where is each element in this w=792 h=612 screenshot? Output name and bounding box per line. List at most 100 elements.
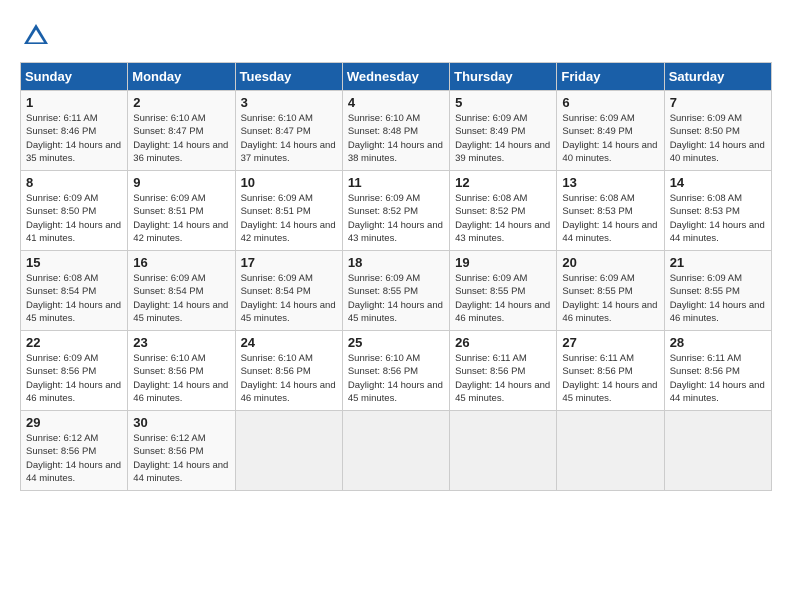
day-number: 5 bbox=[455, 95, 551, 110]
day-info: Sunrise: 6:11 AM Sunset: 8:56 PM Dayligh… bbox=[670, 352, 766, 405]
day-info: Sunrise: 6:08 AM Sunset: 8:52 PM Dayligh… bbox=[455, 192, 551, 245]
day-number: 4 bbox=[348, 95, 444, 110]
day-number: 10 bbox=[241, 175, 337, 190]
day-number: 24 bbox=[241, 335, 337, 350]
calendar-week-row: 22 Sunrise: 6:09 AM Sunset: 8:56 PM Dayl… bbox=[21, 331, 772, 411]
day-info: Sunrise: 6:09 AM Sunset: 8:49 PM Dayligh… bbox=[562, 112, 658, 165]
day-info: Sunrise: 6:11 AM Sunset: 8:56 PM Dayligh… bbox=[455, 352, 551, 405]
day-number: 7 bbox=[670, 95, 766, 110]
calendar-cell: 15 Sunrise: 6:08 AM Sunset: 8:54 PM Dayl… bbox=[21, 251, 128, 331]
calendar-cell: 25 Sunrise: 6:10 AM Sunset: 8:56 PM Dayl… bbox=[342, 331, 449, 411]
day-number: 8 bbox=[26, 175, 122, 190]
calendar-cell bbox=[450, 411, 557, 491]
calendar-week-row: 15 Sunrise: 6:08 AM Sunset: 8:54 PM Dayl… bbox=[21, 251, 772, 331]
calendar-cell: 6 Sunrise: 6:09 AM Sunset: 8:49 PM Dayli… bbox=[557, 91, 664, 171]
calendar-cell: 26 Sunrise: 6:11 AM Sunset: 8:56 PM Dayl… bbox=[450, 331, 557, 411]
logo bbox=[20, 20, 56, 52]
day-info: Sunrise: 6:09 AM Sunset: 8:56 PM Dayligh… bbox=[26, 352, 122, 405]
calendar-cell bbox=[342, 411, 449, 491]
day-number: 19 bbox=[455, 255, 551, 270]
day-number: 12 bbox=[455, 175, 551, 190]
column-header-thursday: Thursday bbox=[450, 63, 557, 91]
day-number: 9 bbox=[133, 175, 229, 190]
column-header-sunday: Sunday bbox=[21, 63, 128, 91]
day-info: Sunrise: 6:09 AM Sunset: 8:55 PM Dayligh… bbox=[670, 272, 766, 325]
calendar-cell: 11 Sunrise: 6:09 AM Sunset: 8:52 PM Dayl… bbox=[342, 171, 449, 251]
calendar-cell: 23 Sunrise: 6:10 AM Sunset: 8:56 PM Dayl… bbox=[128, 331, 235, 411]
day-number: 14 bbox=[670, 175, 766, 190]
calendar-cell: 18 Sunrise: 6:09 AM Sunset: 8:55 PM Dayl… bbox=[342, 251, 449, 331]
day-info: Sunrise: 6:10 AM Sunset: 8:56 PM Dayligh… bbox=[133, 352, 229, 405]
day-info: Sunrise: 6:10 AM Sunset: 8:56 PM Dayligh… bbox=[348, 352, 444, 405]
day-info: Sunrise: 6:09 AM Sunset: 8:49 PM Dayligh… bbox=[455, 112, 551, 165]
column-header-saturday: Saturday bbox=[664, 63, 771, 91]
calendar-cell bbox=[557, 411, 664, 491]
calendar-cell: 27 Sunrise: 6:11 AM Sunset: 8:56 PM Dayl… bbox=[557, 331, 664, 411]
day-number: 29 bbox=[26, 415, 122, 430]
calendar-cell: 12 Sunrise: 6:08 AM Sunset: 8:52 PM Dayl… bbox=[450, 171, 557, 251]
day-info: Sunrise: 6:10 AM Sunset: 8:48 PM Dayligh… bbox=[348, 112, 444, 165]
calendar-cell: 13 Sunrise: 6:08 AM Sunset: 8:53 PM Dayl… bbox=[557, 171, 664, 251]
day-number: 21 bbox=[670, 255, 766, 270]
calendar-table: SundayMondayTuesdayWednesdayThursdayFrid… bbox=[20, 62, 772, 491]
day-info: Sunrise: 6:09 AM Sunset: 8:55 PM Dayligh… bbox=[562, 272, 658, 325]
day-info: Sunrise: 6:12 AM Sunset: 8:56 PM Dayligh… bbox=[26, 432, 122, 485]
column-header-wednesday: Wednesday bbox=[342, 63, 449, 91]
day-info: Sunrise: 6:09 AM Sunset: 8:55 PM Dayligh… bbox=[348, 272, 444, 325]
day-number: 2 bbox=[133, 95, 229, 110]
day-info: Sunrise: 6:09 AM Sunset: 8:51 PM Dayligh… bbox=[241, 192, 337, 245]
calendar-header-row: SundayMondayTuesdayWednesdayThursdayFrid… bbox=[21, 63, 772, 91]
day-info: Sunrise: 6:08 AM Sunset: 8:53 PM Dayligh… bbox=[670, 192, 766, 245]
calendar-cell: 1 Sunrise: 6:11 AM Sunset: 8:46 PM Dayli… bbox=[21, 91, 128, 171]
calendar-cell: 10 Sunrise: 6:09 AM Sunset: 8:51 PM Dayl… bbox=[235, 171, 342, 251]
calendar-cell: 5 Sunrise: 6:09 AM Sunset: 8:49 PM Dayli… bbox=[450, 91, 557, 171]
calendar-cell bbox=[235, 411, 342, 491]
calendar-cell: 19 Sunrise: 6:09 AM Sunset: 8:55 PM Dayl… bbox=[450, 251, 557, 331]
calendar-cell: 7 Sunrise: 6:09 AM Sunset: 8:50 PM Dayli… bbox=[664, 91, 771, 171]
day-number: 18 bbox=[348, 255, 444, 270]
calendar-cell: 28 Sunrise: 6:11 AM Sunset: 8:56 PM Dayl… bbox=[664, 331, 771, 411]
day-info: Sunrise: 6:11 AM Sunset: 8:46 PM Dayligh… bbox=[26, 112, 122, 165]
day-number: 15 bbox=[26, 255, 122, 270]
calendar-cell: 29 Sunrise: 6:12 AM Sunset: 8:56 PM Dayl… bbox=[21, 411, 128, 491]
calendar-week-row: 1 Sunrise: 6:11 AM Sunset: 8:46 PM Dayli… bbox=[21, 91, 772, 171]
day-info: Sunrise: 6:10 AM Sunset: 8:47 PM Dayligh… bbox=[241, 112, 337, 165]
day-info: Sunrise: 6:09 AM Sunset: 8:54 PM Dayligh… bbox=[241, 272, 337, 325]
day-number: 23 bbox=[133, 335, 229, 350]
day-info: Sunrise: 6:08 AM Sunset: 8:53 PM Dayligh… bbox=[562, 192, 658, 245]
calendar-cell: 17 Sunrise: 6:09 AM Sunset: 8:54 PM Dayl… bbox=[235, 251, 342, 331]
day-info: Sunrise: 6:10 AM Sunset: 8:56 PM Dayligh… bbox=[241, 352, 337, 405]
calendar-cell: 21 Sunrise: 6:09 AM Sunset: 8:55 PM Dayl… bbox=[664, 251, 771, 331]
day-number: 13 bbox=[562, 175, 658, 190]
page-header bbox=[20, 20, 772, 52]
day-info: Sunrise: 6:12 AM Sunset: 8:56 PM Dayligh… bbox=[133, 432, 229, 485]
day-number: 1 bbox=[26, 95, 122, 110]
day-info: Sunrise: 6:08 AM Sunset: 8:54 PM Dayligh… bbox=[26, 272, 122, 325]
day-info: Sunrise: 6:09 AM Sunset: 8:50 PM Dayligh… bbox=[26, 192, 122, 245]
day-number: 6 bbox=[562, 95, 658, 110]
calendar-cell: 16 Sunrise: 6:09 AM Sunset: 8:54 PM Dayl… bbox=[128, 251, 235, 331]
day-number: 30 bbox=[133, 415, 229, 430]
day-number: 11 bbox=[348, 175, 444, 190]
calendar-cell bbox=[664, 411, 771, 491]
day-number: 25 bbox=[348, 335, 444, 350]
calendar-week-row: 8 Sunrise: 6:09 AM Sunset: 8:50 PM Dayli… bbox=[21, 171, 772, 251]
day-number: 26 bbox=[455, 335, 551, 350]
day-number: 3 bbox=[241, 95, 337, 110]
logo-icon bbox=[20, 20, 52, 52]
calendar-cell: 24 Sunrise: 6:10 AM Sunset: 8:56 PM Dayl… bbox=[235, 331, 342, 411]
day-number: 28 bbox=[670, 335, 766, 350]
column-header-tuesday: Tuesday bbox=[235, 63, 342, 91]
calendar-cell: 3 Sunrise: 6:10 AM Sunset: 8:47 PM Dayli… bbox=[235, 91, 342, 171]
day-info: Sunrise: 6:09 AM Sunset: 8:52 PM Dayligh… bbox=[348, 192, 444, 245]
column-header-friday: Friday bbox=[557, 63, 664, 91]
day-info: Sunrise: 6:11 AM Sunset: 8:56 PM Dayligh… bbox=[562, 352, 658, 405]
day-number: 22 bbox=[26, 335, 122, 350]
day-number: 20 bbox=[562, 255, 658, 270]
day-info: Sunrise: 6:10 AM Sunset: 8:47 PM Dayligh… bbox=[133, 112, 229, 165]
calendar-cell: 4 Sunrise: 6:10 AM Sunset: 8:48 PM Dayli… bbox=[342, 91, 449, 171]
day-number: 17 bbox=[241, 255, 337, 270]
day-number: 27 bbox=[562, 335, 658, 350]
day-info: Sunrise: 6:09 AM Sunset: 8:54 PM Dayligh… bbox=[133, 272, 229, 325]
calendar-cell: 8 Sunrise: 6:09 AM Sunset: 8:50 PM Dayli… bbox=[21, 171, 128, 251]
